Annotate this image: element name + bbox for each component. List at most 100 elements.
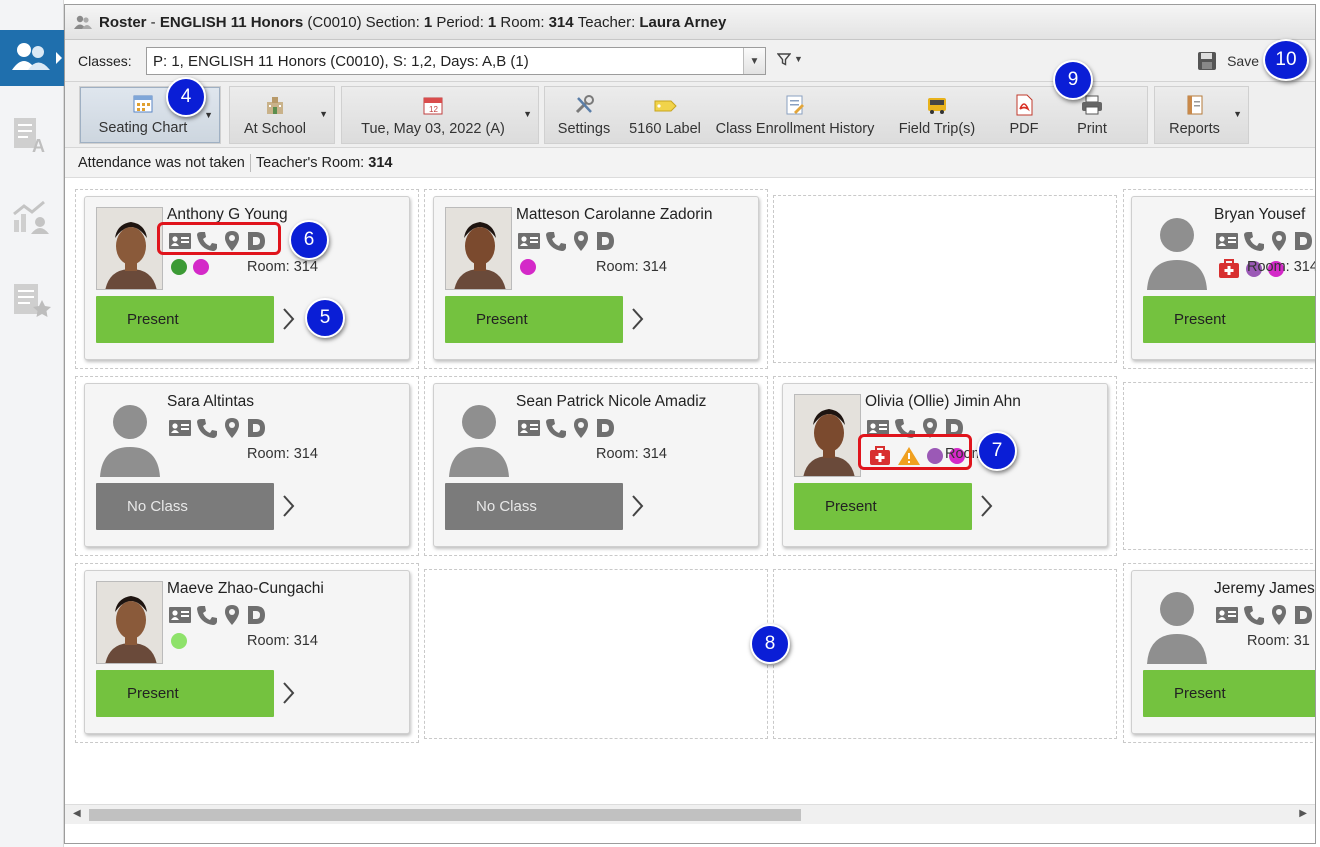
chevron-right-icon[interactable] <box>281 307 295 334</box>
reports-button[interactable]: Reports ▼ <box>1155 87 1248 143</box>
dropdown-arrow-icon[interactable]: ▼ <box>523 109 532 119</box>
id-card-icon[interactable] <box>169 420 191 436</box>
student-name[interactable]: Bryan Yousef <box>1214 206 1305 224</box>
d-badge-icon[interactable] <box>595 418 615 438</box>
phone-icon[interactable] <box>196 604 218 626</box>
student-card[interactable]: Bryan Yousef Room: 314 Present <box>1131 196 1315 360</box>
chevron-right-icon[interactable] <box>630 494 644 521</box>
status-dot[interactable] <box>171 633 187 649</box>
location-pin-icon[interactable] <box>223 604 241 626</box>
d-badge-icon[interactable] <box>595 231 615 251</box>
rail-favorites-item[interactable] <box>10 278 54 322</box>
d-badge-icon[interactable] <box>246 418 266 438</box>
attendance-status-button[interactable]: Present <box>1143 670 1315 717</box>
attendance-status-button[interactable]: Present <box>96 296 274 343</box>
student-photo <box>96 207 163 290</box>
location-pin-icon[interactable] <box>572 230 590 252</box>
chevron-right-icon[interactable] <box>979 494 993 521</box>
scroll-left-icon[interactable]: ◀ <box>73 808 81 819</box>
id-card-icon[interactable] <box>518 233 540 249</box>
filter-button[interactable]: ▼ <box>777 52 803 66</box>
class-selector-bar: Classes: P: 1, ENGLISH 11 Honors (C0010)… <box>65 40 1315 82</box>
printer-icon <box>1082 95 1102 115</box>
dropdown-arrow-icon[interactable]: ▼ <box>319 109 328 119</box>
window-title-code: (C0010) <box>307 13 362 31</box>
location-pin-icon[interactable] <box>1270 230 1288 252</box>
date-button[interactable]: 12 Tue, May 03, 2022 (A) ▼ <box>342 87 538 143</box>
seat-slot-empty[interactable] <box>1123 382 1315 550</box>
student-flags <box>520 259 536 275</box>
rail-roster-item[interactable] <box>0 30 64 86</box>
student-room: Room: 314 <box>247 633 318 649</box>
class-select[interactable]: P: 1, ENGLISH 11 Honors (C0010), S: 1,2,… <box>146 47 766 75</box>
student-name[interactable]: Maeve Zhao-Cungachi <box>167 580 324 598</box>
at-school-button[interactable]: At School ▼ <box>230 87 334 143</box>
attendance-status-button[interactable]: Present <box>794 483 972 530</box>
d-badge-icon[interactable] <box>1293 231 1313 251</box>
pdf-button[interactable]: PDF <box>991 87 1057 143</box>
teacher-value: Laura Arney <box>639 13 727 31</box>
attendance-status-button[interactable]: No Class <box>445 483 623 530</box>
room-label: Room: <box>500 13 545 31</box>
d-badge-icon[interactable] <box>1293 605 1313 625</box>
attendance-status-button[interactable]: Present <box>1143 296 1315 343</box>
student-name[interactable]: Sean Patrick Nicole Amadiz <box>516 393 706 411</box>
status-dot[interactable] <box>193 259 209 275</box>
location-pin-icon[interactable] <box>572 417 590 439</box>
d-badge-icon[interactable] <box>246 605 266 625</box>
student-card[interactable]: Anthony G Young Room: 314 Present <box>84 196 410 360</box>
scroll-right-icon[interactable]: ▶ <box>1299 808 1307 819</box>
settings-label: Settings <box>557 121 611 137</box>
label-5160-button[interactable]: 5160 Label <box>623 87 707 143</box>
attendance-status-button[interactable]: Present <box>445 296 623 343</box>
phone-icon[interactable] <box>545 417 567 439</box>
attendance-status-button[interactable]: Present <box>96 670 274 717</box>
seating-chart-icon <box>133 95 153 113</box>
chevron-down-icon[interactable]: ▼ <box>743 48 765 74</box>
chevron-right-icon[interactable] <box>630 307 644 334</box>
rail-gradebook-item[interactable]: A <box>10 112 54 156</box>
id-card-icon[interactable] <box>169 607 191 623</box>
chevron-right-icon[interactable] <box>281 681 295 708</box>
tools-icon <box>575 95 594 114</box>
phone-icon[interactable] <box>1243 604 1265 626</box>
phone-icon[interactable] <box>1243 230 1265 252</box>
rail-analytics-item[interactable] <box>10 196 54 240</box>
settings-button[interactable]: Settings <box>545 87 623 143</box>
dropdown-arrow-icon[interactable]: ▼ <box>204 110 213 120</box>
save-label: Save <box>1227 53 1259 69</box>
field-trips-button[interactable]: Field Trip(s) <box>883 87 991 143</box>
horizontal-scrollbar[interactable]: ◀ ▶ <box>65 804 1315 824</box>
seat-slot-empty[interactable] <box>773 195 1117 363</box>
student-card[interactable]: Matteson Carolanne Zadorin Room: 314 Prese… <box>433 196 759 360</box>
student-name[interactable]: Jeremy James <box>1214 580 1315 598</box>
seat-slot-empty[interactable] <box>424 569 768 739</box>
student-card[interactable]: Maeve Zhao-Cungachi Room: 314 Present <box>84 570 410 734</box>
student-card[interactable]: Sean Patrick Nicole Amadiz Room: 314 No Cl… <box>433 383 759 547</box>
id-card-icon[interactable] <box>1216 233 1238 249</box>
student-name[interactable]: Matteson Carolanne Zadorin <box>516 206 712 224</box>
phone-icon[interactable] <box>196 417 218 439</box>
student-name[interactable]: Sara Altintas <box>167 393 254 411</box>
dropdown-arrow-icon[interactable]: ▼ <box>1233 109 1242 119</box>
date-label: Tue, May 03, 2022 (A) <box>361 121 505 137</box>
label-tag-icon <box>654 100 677 112</box>
classes-label: Classes: <box>78 53 132 69</box>
student-card[interactable]: Jeremy James Room: 31 Present <box>1131 570 1315 734</box>
status-dot[interactable] <box>171 259 187 275</box>
attendance-status-button[interactable]: No Class <box>96 483 274 530</box>
location-pin-icon[interactable] <box>223 417 241 439</box>
phone-icon[interactable] <box>545 230 567 252</box>
student-name[interactable]: Olivia (Ollie) Jimin Ahn <box>865 393 1021 411</box>
id-card-icon[interactable] <box>518 420 540 436</box>
status-dot[interactable] <box>520 259 536 275</box>
student-card[interactable]: Sara Altintas Room: 314 No Class <box>84 383 410 547</box>
medical-kit-icon[interactable] <box>1218 259 1240 279</box>
id-card-icon[interactable] <box>1216 607 1238 623</box>
scroll-thumb[interactable] <box>89 809 801 821</box>
class-enrollment-history-button[interactable]: Class Enrollment History <box>707 87 883 143</box>
location-pin-icon[interactable] <box>1270 604 1288 626</box>
seat-slot-empty[interactable] <box>773 569 1117 739</box>
save-button[interactable]: Save <box>1197 51 1259 71</box>
chevron-right-icon[interactable] <box>281 494 295 521</box>
